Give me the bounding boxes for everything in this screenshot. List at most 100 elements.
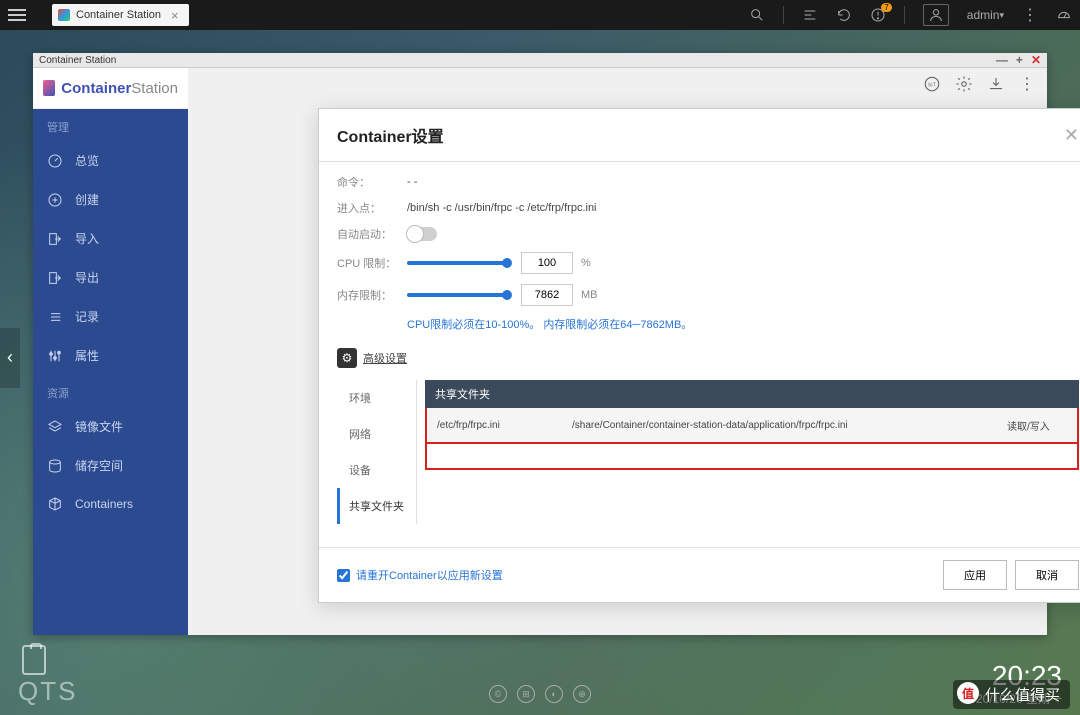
dock-icon-1[interactable]: © (489, 685, 507, 703)
apply-button[interactable]: 应用 (943, 560, 1007, 590)
sidebar-item-import[interactable]: 导入 (33, 219, 188, 258)
gauge-icon (47, 153, 63, 169)
clipboard-icon[interactable] (22, 645, 46, 675)
main-toolbar: IoT ⋮ (923, 74, 1035, 94)
sidebar-item-label: 属性 (75, 347, 99, 364)
window-title: Container Station (39, 55, 116, 66)
sub-tab-shared-folder[interactable]: 共享文件夹 (337, 488, 416, 524)
import-icon (47, 231, 63, 247)
notification-icon[interactable] (870, 7, 886, 23)
sidebar-item-storage[interactable]: 储存空间 (33, 446, 188, 485)
tasks-icon[interactable] (802, 7, 818, 23)
sidebar-item-properties[interactable]: 属性 (33, 336, 188, 375)
sidebar-item-containers[interactable]: Containers (33, 485, 188, 523)
sub-tab-env[interactable]: 环境 (337, 380, 416, 416)
sidebar-item-label: 记录 (75, 308, 99, 325)
sidebar-item-label: 创建 (75, 191, 99, 208)
entrypoint-value: /bin/sh -c /usr/bin/frpc -c /etc/frp/frp… (407, 202, 597, 214)
tab-title: Container Station (76, 9, 161, 21)
sidebar-item-export[interactable]: 导出 (33, 258, 188, 297)
cpu-limit-label: CPU 限制： (337, 255, 399, 271)
user-icon[interactable] (923, 4, 949, 26)
gear-icon[interactable] (955, 75, 973, 93)
sidebar: ContainerStation 管理 总览 创建 导入 导出 记录 (33, 68, 188, 635)
dashboard-icon[interactable] (1056, 7, 1072, 23)
sidebar-item-label: 储存空间 (75, 457, 123, 474)
sidebar-item-log[interactable]: 记录 (33, 297, 188, 336)
entrypoint-label: 进入点： (337, 200, 399, 216)
autostart-label: 自动启动： (337, 226, 399, 242)
more-icon[interactable]: ⋮ (1019, 74, 1035, 94)
dialog-close-button[interactable]: ✕ (1064, 125, 1079, 146)
cancel-button[interactable]: 取消 (1015, 560, 1079, 590)
sub-tab-device[interactable]: 设备 (337, 452, 416, 488)
logo-icon (43, 80, 55, 96)
command-value: - - (407, 176, 417, 188)
app-icon (58, 9, 70, 21)
gear-square-icon: ⚙ (337, 348, 357, 368)
autostart-toggle[interactable] (407, 227, 437, 241)
dock-icon-3[interactable]: ◐ (545, 685, 563, 703)
iot-icon[interactable]: IoT (923, 75, 941, 93)
cpu-input[interactable] (521, 252, 573, 274)
folder-row[interactable]: /etc/frp/frpc.ini /share/Container/conta… (425, 408, 1079, 444)
sidebar-section-manage: 管理 (33, 109, 188, 141)
sidebar-section-resources: 资源 (33, 375, 188, 407)
divider (904, 6, 905, 24)
qts-logo: QTS (18, 676, 77, 707)
folder-host-path: /share/Container/container-station-data/… (572, 420, 1007, 431)
window-minimize-button[interactable]: — (996, 53, 1008, 67)
layers-icon (47, 419, 63, 435)
limit-hint: CPU限制必须在10-100%。 内存限制必须在64─7862MB。 (407, 316, 1079, 332)
dock-icon-2[interactable]: ⊞ (517, 685, 535, 703)
database-icon (47, 458, 63, 474)
mem-unit: MB (581, 289, 598, 301)
highlight-border (425, 444, 1079, 470)
download-icon[interactable] (987, 75, 1005, 93)
clock: 20:23 2020/10/26 星期一 (963, 662, 1062, 707)
sidebar-item-label: 镜像文件 (75, 418, 123, 435)
sidebar-item-label: 导入 (75, 230, 99, 247)
container-settings-dialog: Container设置 ✕ 命令： - - 进入点： /bin/sh -c /u… (318, 108, 1080, 603)
sidebar-item-images[interactable]: 镜像文件 (33, 407, 188, 446)
sidebar-item-overview[interactable]: 总览 (33, 141, 188, 180)
folder-table-header: 共享文件夹 (425, 380, 1079, 408)
window-maximize-button[interactable]: + (1016, 53, 1023, 67)
folder-container-path: /etc/frp/frpc.ini (437, 420, 572, 431)
more-icon[interactable]: ⋮ (1022, 5, 1038, 25)
sub-tabs: 环境 网络 设备 共享文件夹 (337, 380, 417, 524)
user-menu[interactable]: admin (967, 8, 1004, 22)
refresh-icon[interactable] (836, 7, 852, 23)
list-icon (47, 309, 63, 325)
os-tab-container-station[interactable]: Container Station × (52, 4, 189, 26)
clock-date: 2020/10/26 星期一 (963, 690, 1062, 707)
sub-content: 共享文件夹 /etc/frp/frpc.ini /share/Container… (417, 380, 1079, 524)
advanced-section-header: ⚙ 高级设置 (337, 348, 1079, 368)
cpu-slider[interactable] (407, 261, 507, 265)
window-titlebar[interactable]: Container Station — + ✕ (33, 53, 1047, 68)
sub-tab-network[interactable]: 网络 (337, 416, 416, 452)
mem-input[interactable] (521, 284, 573, 306)
cube-icon (47, 496, 63, 512)
advanced-label[interactable]: 高级设置 (363, 350, 407, 366)
sliders-icon (47, 348, 63, 364)
dock-icon-4[interactable]: ⊕ (573, 685, 591, 703)
cpu-unit: % (581, 257, 591, 269)
search-icon[interactable] (749, 7, 765, 23)
svg-text:IoT: IoT (928, 82, 936, 88)
prev-desktop-button[interactable]: ‹ (0, 328, 20, 388)
os-taskbar: Container Station × admin ⋮ (0, 0, 1080, 30)
restart-checkbox-label[interactable]: 请重开Container以应用新设置 (337, 567, 503, 583)
app-window: Container Station — + ✕ ContainerStation… (33, 53, 1047, 635)
restart-checkbox[interactable] (337, 569, 350, 582)
clock-time: 20:23 (963, 662, 1062, 690)
window-close-button[interactable]: ✕ (1031, 53, 1041, 67)
mem-slider[interactable] (407, 293, 507, 297)
sidebar-item-create[interactable]: 创建 (33, 180, 188, 219)
menu-icon[interactable] (8, 3, 32, 27)
command-label: 命令： (337, 174, 399, 190)
export-icon (47, 270, 63, 286)
dialog-header: Container设置 ✕ (319, 109, 1080, 162)
dialog-title: Container设置 (337, 123, 444, 147)
tab-close-icon[interactable]: × (171, 8, 179, 23)
